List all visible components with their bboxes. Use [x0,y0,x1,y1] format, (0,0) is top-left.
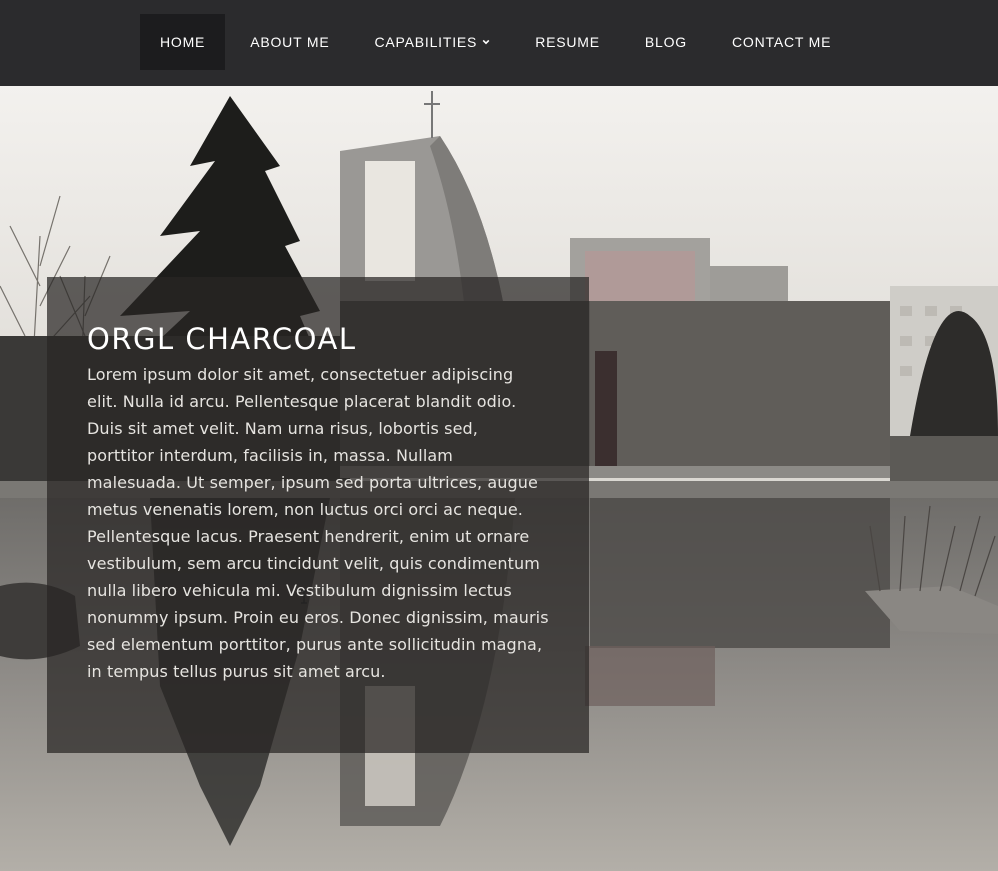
top-navbar: HOME ABOUT ME CAPABILITIES RESUME BLOG C… [0,0,998,86]
nav-item-label: CAPABILITIES [374,34,478,50]
nav-item-blog[interactable]: BLOG [625,14,707,70]
hero-section: ORGL CHARCOAL Lorem ipsum dolor sit amet… [0,86,998,871]
hero-title: ORGL CHARCOAL [87,322,357,356]
nav-item-label: BLOG [644,34,687,50]
nav-item-label: HOME [160,34,206,50]
nav-item-label: CONTACT ME [732,34,832,50]
nav-item-label: ABOUT ME [250,34,330,50]
text-cursor-icon [301,590,307,604]
nav-menu: HOME ABOUT ME CAPABILITIES RESUME BLOG C… [140,14,856,70]
nav-item-resume[interactable]: RESUME [515,14,620,70]
chevron-down-icon [482,39,490,45]
nav-item-about-me[interactable]: ABOUT ME [230,14,349,70]
nav-item-contact-me[interactable]: CONTACT ME [712,14,851,70]
nav-item-capabilities[interactable]: CAPABILITIES [354,14,510,70]
nav-item-home[interactable]: HOME [140,14,226,70]
hero-text-panel: ORGL CHARCOAL Lorem ipsum dolor sit amet… [47,277,589,753]
hero-body-text: Lorem ipsum dolor sit amet, consectetuer… [87,365,549,681]
nav-item-label: RESUME [535,34,600,50]
